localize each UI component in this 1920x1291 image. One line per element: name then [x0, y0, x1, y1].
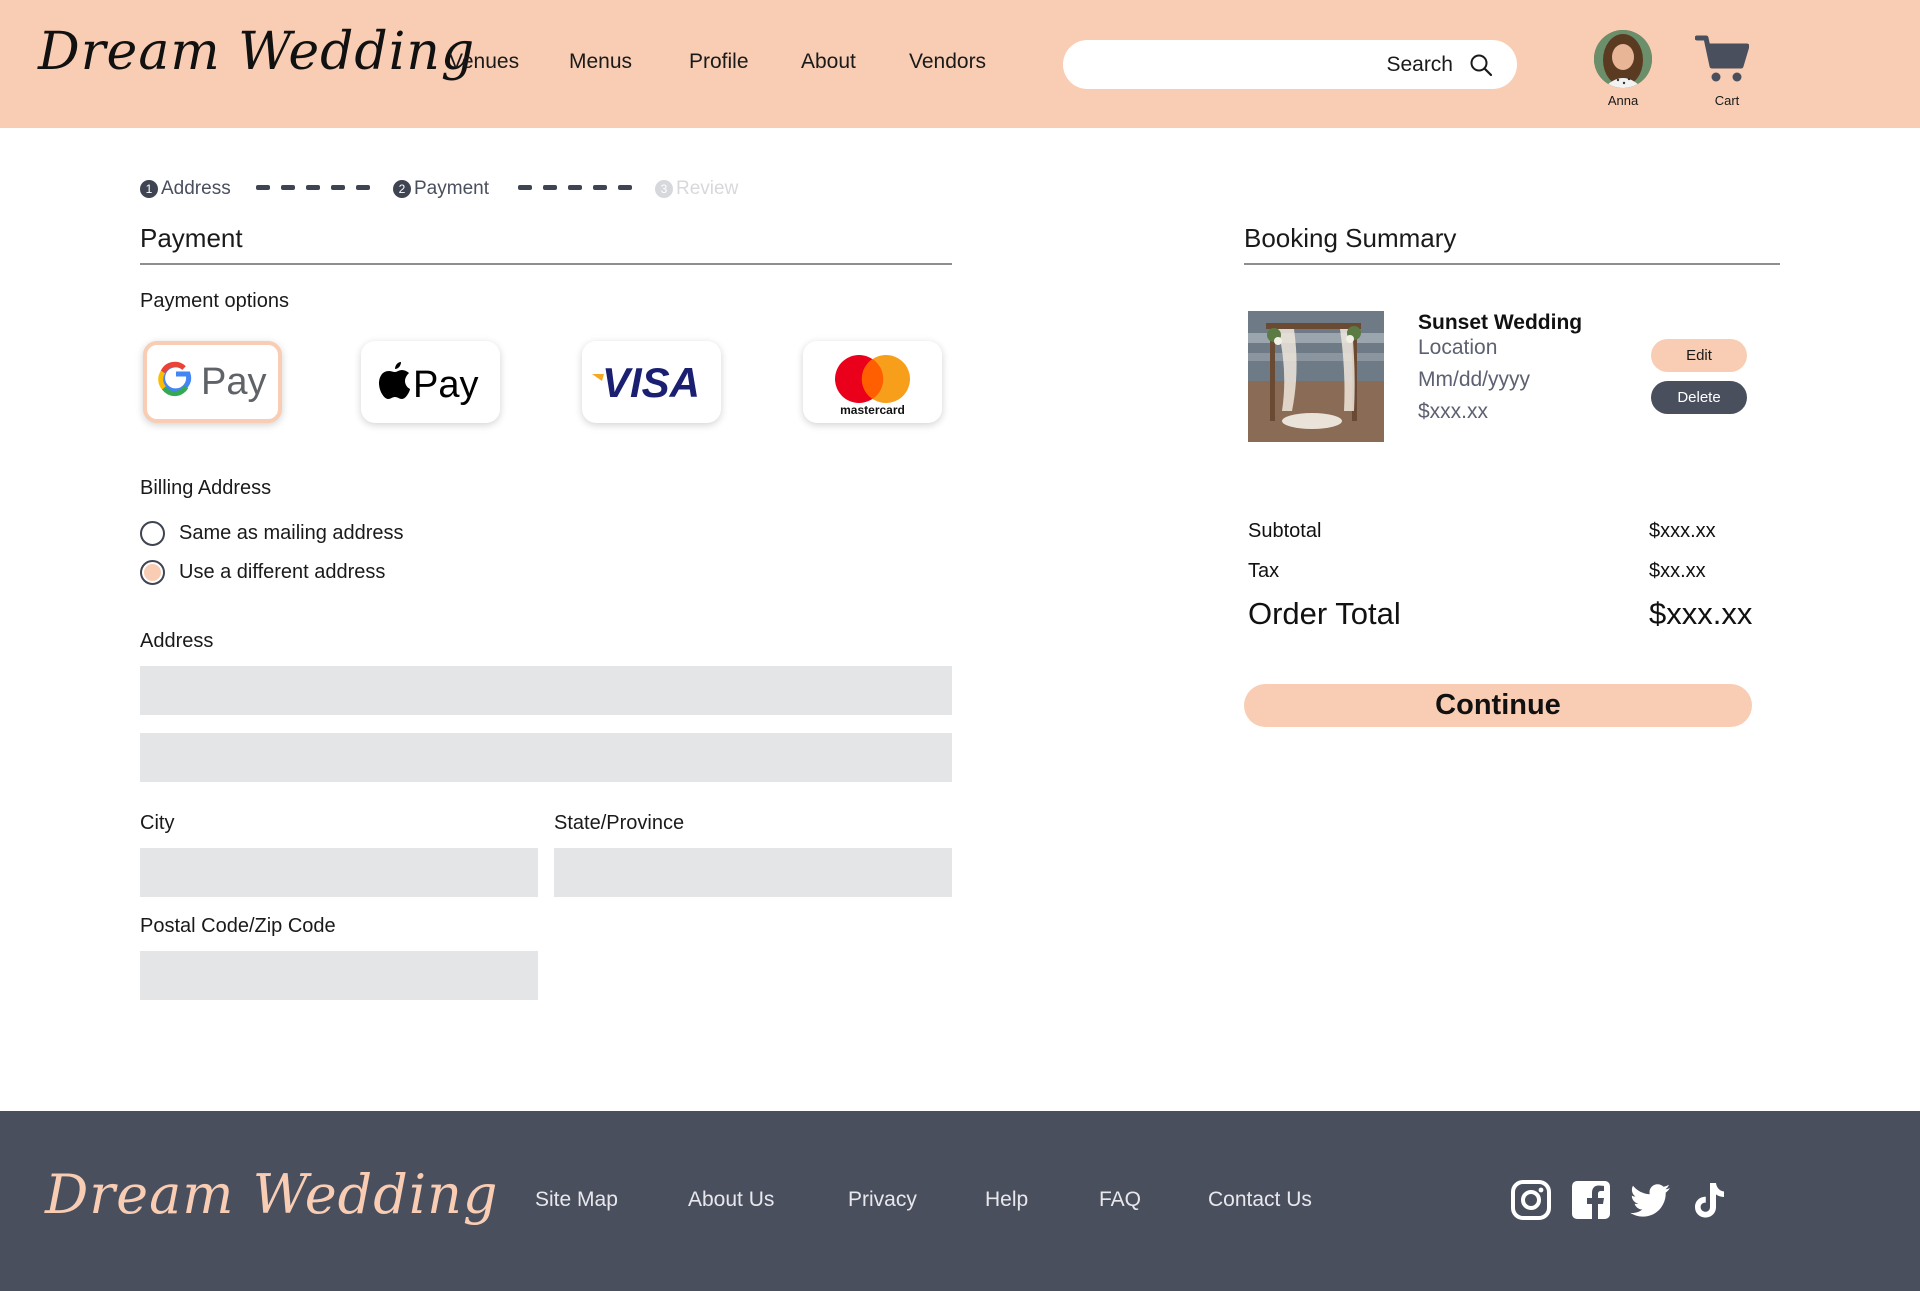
step-label: Review — [676, 178, 739, 199]
facebook-icon[interactable] — [1570, 1179, 1612, 1221]
city-label: City — [140, 812, 175, 834]
tiktok-icon[interactable] — [1688, 1179, 1730, 1221]
visa-logo-icon: VISA — [592, 359, 700, 406]
continue-button[interactable]: Continue — [1244, 684, 1752, 727]
city-input[interactable] — [140, 848, 538, 897]
step-label: Payment — [414, 178, 489, 199]
radio-label: Use a different address — [179, 561, 386, 583]
tax-value: $xx.xx — [1649, 560, 1706, 582]
footer-link-faq[interactable]: FAQ — [1099, 1188, 1141, 1212]
mastercard-option[interactable]: mastercard — [803, 341, 942, 423]
nav-profile[interactable]: Profile — [689, 50, 749, 74]
step-payment[interactable]: 2 Payment — [393, 178, 489, 200]
footer-link-site-map[interactable]: Site Map — [535, 1188, 618, 1212]
nav-venues[interactable]: Venues — [449, 50, 519, 74]
gpay-option[interactable]: Pay — [143, 341, 282, 423]
step-connector — [256, 185, 370, 190]
billing-same-option[interactable]: Same as mailing address — [140, 521, 404, 546]
instagram-icon[interactable] — [1510, 1179, 1552, 1221]
booking-item-name: Sunset Wedding — [1418, 311, 1583, 334]
order-total-label: Order Total — [1248, 596, 1401, 631]
site-footer: Dream Wedding Site Map About Us Privacy … — [0, 1111, 1920, 1291]
gpay-logo-icon: Pay — [158, 361, 266, 403]
step-label: Address — [161, 178, 231, 199]
address-line-2-input[interactable] — [140, 733, 952, 782]
mastercard-logo-icon: mastercard — [835, 355, 910, 417]
svg-text:mastercard: mastercard — [840, 403, 905, 417]
subtotal-value: $xxx.xx — [1649, 520, 1716, 542]
footer-link-about-us[interactable]: About Us — [688, 1188, 774, 1212]
step-review: 3 Review — [655, 178, 738, 200]
svg-text:Pay: Pay — [201, 361, 266, 403]
booking-thumbnail — [1248, 311, 1384, 442]
visa-option[interactable]: VISA — [582, 341, 721, 423]
billing-address-label: Billing Address — [140, 477, 272, 499]
radio-label: Same as mailing address — [179, 522, 404, 544]
delete-button[interactable]: Delete — [1651, 381, 1747, 414]
nav-about[interactable]: About — [801, 50, 856, 74]
booking-item-price: $xxx.xx — [1418, 400, 1489, 423]
order-total-value: $xxx.xx — [1649, 596, 1753, 631]
state-input[interactable] — [554, 848, 952, 897]
postal-code-input[interactable] — [140, 951, 538, 1000]
address-label: Address — [140, 630, 214, 652]
cart-label: Cart — [1714, 93, 1740, 108]
svg-text:Pay: Pay — [413, 364, 478, 406]
edit-button[interactable]: Edit — [1651, 339, 1747, 372]
applepay-option[interactable]: Pay — [361, 341, 500, 423]
subtotal-label: Subtotal — [1248, 520, 1322, 542]
search-icon[interactable] — [1469, 53, 1493, 77]
summary-divider — [1244, 263, 1780, 265]
radio-button[interactable] — [140, 521, 165, 546]
postal-code-label: Postal Code/Zip Code — [140, 915, 336, 937]
tax-label: Tax — [1248, 560, 1280, 582]
booking-item-location: Location — [1418, 336, 1498, 359]
step-address[interactable]: 1 Address — [140, 178, 231, 200]
step-number: 3 — [655, 180, 673, 198]
address-line-1-input[interactable] — [140, 666, 952, 715]
state-label: State/Province — [554, 812, 685, 834]
site-logo[interactable]: Dream Wedding — [38, 22, 475, 82]
payment-title: Payment — [140, 223, 243, 253]
payment-divider — [140, 263, 952, 265]
user-avatar[interactable] — [1594, 30, 1652, 88]
cart-icon[interactable] — [1695, 34, 1749, 84]
nav-menus[interactable]: Menus — [569, 50, 632, 74]
radio-button-selected[interactable] — [140, 560, 165, 585]
user-name: Anna — [1607, 93, 1639, 108]
footer-link-privacy[interactable]: Privacy — [848, 1188, 917, 1212]
svg-text:VISA: VISA — [602, 359, 700, 406]
search-bar[interactable]: Search — [1063, 40, 1517, 89]
footer-link-contact-us[interactable]: Contact Us — [1208, 1188, 1312, 1212]
search-label: Search — [1386, 53, 1453, 76]
footer-link-help[interactable]: Help — [985, 1188, 1028, 1212]
payment-options-label: Payment options — [140, 290, 289, 312]
twitter-icon[interactable] — [1630, 1179, 1672, 1221]
applepay-logo-icon: Pay — [379, 362, 478, 406]
billing-different-option[interactable]: Use a different address — [140, 560, 385, 585]
footer-logo[interactable]: Dream Wedding — [45, 1163, 498, 1226]
site-header: Dream Wedding Venues Menus Profile About… — [0, 0, 1920, 128]
step-connector — [518, 185, 632, 190]
booking-item-date: Mm/dd/yyyy — [1418, 368, 1531, 391]
booking-summary-title: Booking Summary — [1244, 223, 1457, 253]
step-number: 1 — [140, 180, 158, 198]
nav-vendors[interactable]: Vendors — [909, 50, 986, 74]
step-number: 2 — [393, 180, 411, 198]
